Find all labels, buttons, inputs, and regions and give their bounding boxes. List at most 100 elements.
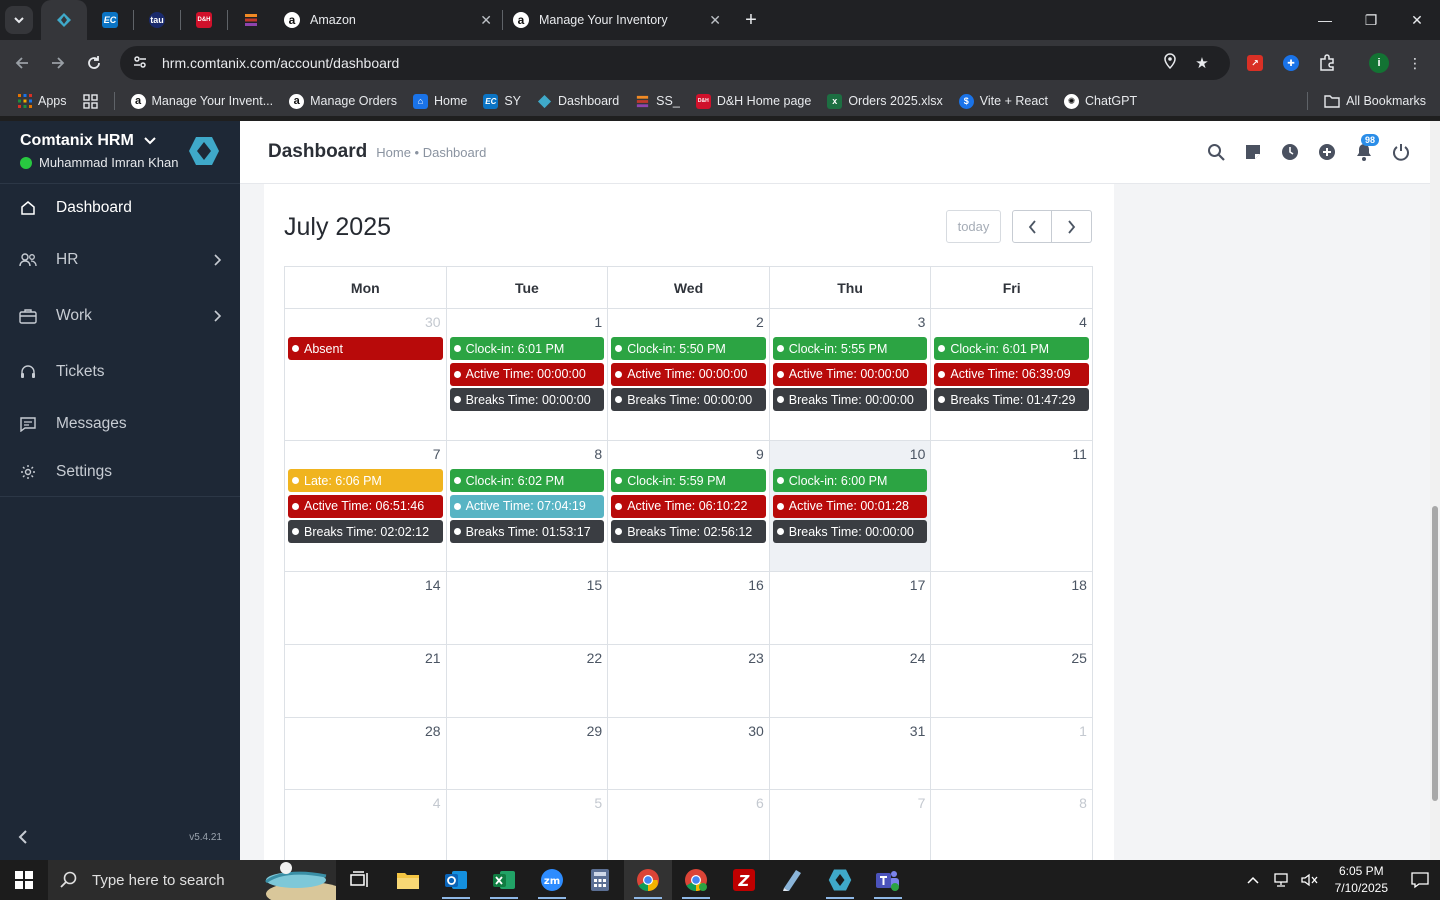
attendance-event[interactable]: Clock-in: 6:01 PM bbox=[449, 337, 605, 360]
sidebar-item-dashboard[interactable]: Dashboard bbox=[0, 184, 240, 232]
calendar-day-cell[interactable]: 25 bbox=[931, 645, 1093, 718]
page-scrollbar[interactable] bbox=[1430, 121, 1440, 860]
bookmark-ss[interactable]: SS_ bbox=[635, 94, 680, 109]
attendance-event[interactable]: Late: 6:06 PM bbox=[288, 469, 443, 492]
calendar-day-cell[interactable]: 4 Clock-in: 6:01 PM Active Time: 06:39:09 B… bbox=[931, 309, 1093, 441]
tab-amazon[interactable]: a Amazon ✕ bbox=[274, 0, 502, 40]
day-number[interactable]: 4 bbox=[288, 794, 443, 816]
pinned-tab-comtanix[interactable] bbox=[41, 0, 87, 40]
attendance-event[interactable]: Breaks Time: 00:00:00 bbox=[449, 388, 605, 411]
attendance-event[interactable]: Active Time: 00:00:00 bbox=[772, 362, 928, 386]
restore-icon[interactable]: ❐ bbox=[1348, 0, 1394, 40]
calendar-day-cell[interactable]: 24 bbox=[769, 645, 932, 718]
calendar-day-cell[interactable]: 6 bbox=[608, 790, 770, 860]
calendar-day-cell[interactable]: 21 bbox=[285, 645, 447, 718]
site-info-icon[interactable] bbox=[132, 54, 148, 73]
calendar-day-cell[interactable]: 8 Clock-in: 6:02 PM Active Time: 07:04:19 B… bbox=[446, 441, 609, 572]
day-number[interactable]: 30 bbox=[611, 722, 766, 744]
calendar-day-cell[interactable]: 5 bbox=[447, 790, 609, 860]
calendar-day-cell[interactable]: 7 Late: 6:06 PM Active Time: 06:51:46 Break… bbox=[285, 441, 447, 572]
attendance-event[interactable]: Clock-in: 5:59 PM bbox=[611, 469, 766, 492]
day-number[interactable]: 9 bbox=[611, 445, 766, 467]
taskbar-excel[interactable] bbox=[480, 860, 528, 900]
bookmark-dashboard[interactable]: Dashboard bbox=[537, 94, 619, 109]
volume-muted-icon[interactable] bbox=[1297, 872, 1321, 888]
attendance-event[interactable]: Clock-in: 6:00 PM bbox=[772, 469, 928, 492]
close-tab-icon[interactable]: ✕ bbox=[480, 12, 492, 29]
attendance-event[interactable]: Active Time: 00:00:00 bbox=[611, 362, 766, 386]
attendance-event[interactable]: Breaks Time: 00:00:00 bbox=[772, 520, 928, 543]
day-number[interactable]: 7 bbox=[773, 794, 928, 816]
pinned-tab-ec[interactable]: EC bbox=[87, 0, 133, 40]
breadcrumb[interactable]: Home • Dashboard bbox=[376, 145, 486, 160]
close-tab-icon[interactable]: ✕ bbox=[709, 12, 721, 29]
prev-month-button[interactable] bbox=[1012, 210, 1052, 243]
calendar-day-cell-today[interactable]: 10 Clock-in: 6:00 PM Active Time: 00:01:28… bbox=[769, 441, 932, 572]
day-number[interactable]: 22 bbox=[450, 649, 605, 671]
calendar-day-cell[interactable]: 30 Absent bbox=[285, 309, 447, 441]
calendar-day-cell[interactable]: 28 bbox=[285, 718, 447, 790]
calendar-day-cell[interactable]: 3 Clock-in: 5:55 PM Active Time: 00:00:00 B… bbox=[769, 309, 932, 441]
pinned-tab-stack[interactable] bbox=[228, 0, 274, 40]
sidebar-item-messages[interactable]: Messages bbox=[0, 400, 240, 448]
action-center-icon[interactable] bbox=[1400, 871, 1440, 889]
back-button[interactable] bbox=[4, 45, 40, 81]
profile-avatar[interactable]: i bbox=[1366, 50, 1392, 76]
attendance-event[interactable]: Breaks Time: 02:02:12 bbox=[288, 520, 443, 543]
sticky-note-icon[interactable] bbox=[1244, 143, 1262, 161]
bookmark-manage-orders[interactable]: a Manage Orders bbox=[289, 93, 397, 109]
tab-search-button[interactable] bbox=[5, 6, 33, 34]
calendar-day-cell[interactable]: 31 bbox=[769, 718, 932, 790]
taskbar-chrome[interactable] bbox=[624, 860, 672, 900]
taskbar-comtanix-app[interactable] bbox=[816, 860, 864, 900]
close-window-icon[interactable]: ✕ bbox=[1394, 0, 1440, 40]
bookmark-vite-react[interactable]: $ Vite + React bbox=[958, 93, 1048, 109]
taskbar-filezilla[interactable]: Z bbox=[720, 860, 768, 900]
day-number[interactable]: 1 bbox=[934, 722, 1089, 744]
attendance-event[interactable]: Active Time: 07:04:19 bbox=[449, 494, 605, 518]
attendance-event[interactable]: Clock-in: 5:50 PM bbox=[611, 337, 766, 360]
day-number[interactable]: 5 bbox=[450, 794, 605, 816]
calendar-day-cell[interactable]: 14 bbox=[285, 572, 447, 645]
day-number[interactable]: 18 bbox=[934, 576, 1089, 598]
taskbar-clock[interactable]: 6:05 PM 7/10/2025 bbox=[1335, 863, 1388, 897]
calendar-day-cell[interactable]: 15 bbox=[446, 572, 609, 645]
day-number[interactable]: 31 bbox=[773, 722, 928, 744]
day-number[interactable]: 1 bbox=[450, 313, 605, 335]
calendar-day-cell[interactable]: 8 bbox=[931, 790, 1093, 860]
all-bookmarks-button[interactable]: All Bookmarks bbox=[1307, 92, 1426, 110]
calendar-day-cell[interactable]: 30 bbox=[608, 718, 770, 790]
day-number[interactable]: 28 bbox=[288, 722, 443, 744]
attendance-event[interactable]: Active Time: 00:00:00 bbox=[449, 362, 605, 386]
minimize-icon[interactable]: — bbox=[1302, 0, 1348, 40]
calendar-day-cell[interactable]: 16 bbox=[608, 572, 770, 645]
calendar-day-cell[interactable]: 4 bbox=[285, 790, 447, 860]
day-number[interactable]: 7 bbox=[288, 445, 443, 467]
attendance-event[interactable]: Clock-in: 5:55 PM bbox=[772, 337, 928, 360]
day-number[interactable]: 8 bbox=[450, 445, 605, 467]
taskbar-file-explorer[interactable] bbox=[384, 860, 432, 900]
collapse-sidebar-icon[interactable] bbox=[18, 830, 28, 844]
pinned-tab-dh[interactable]: D&H bbox=[181, 0, 227, 40]
attendance-event[interactable]: Absent bbox=[288, 337, 443, 360]
taskbar-zoom[interactable]: zm bbox=[528, 860, 576, 900]
taskbar-search-box[interactable]: Type here to search bbox=[48, 860, 336, 900]
bookmark-apps[interactable]: Apps bbox=[18, 94, 67, 108]
day-number[interactable]: 2 bbox=[611, 313, 766, 335]
day-number[interactable]: 30 bbox=[288, 313, 443, 335]
day-number[interactable]: 10 bbox=[773, 445, 928, 467]
calendar-day-cell[interactable]: 18 bbox=[931, 572, 1093, 645]
search-icon[interactable] bbox=[1207, 143, 1225, 161]
pdf-extension-icon[interactable]: ↗ bbox=[1242, 50, 1268, 76]
day-number[interactable]: 4 bbox=[934, 313, 1089, 335]
network-icon[interactable] bbox=[1269, 872, 1293, 888]
sidebar-item-tickets[interactable]: Tickets bbox=[0, 344, 240, 400]
attendance-event[interactable]: Active Time: 00:01:28 bbox=[772, 494, 928, 518]
day-number[interactable]: 15 bbox=[450, 576, 605, 598]
day-number[interactable]: 14 bbox=[288, 576, 443, 598]
attendance-event[interactable]: Active Time: 06:10:22 bbox=[611, 494, 766, 518]
calendar-day-cell[interactable]: 11 bbox=[931, 441, 1093, 572]
calendar-day-cell[interactable]: 22 bbox=[446, 645, 609, 718]
day-number[interactable]: 16 bbox=[611, 576, 766, 598]
attendance-event[interactable]: Clock-in: 6:02 PM bbox=[449, 469, 605, 492]
